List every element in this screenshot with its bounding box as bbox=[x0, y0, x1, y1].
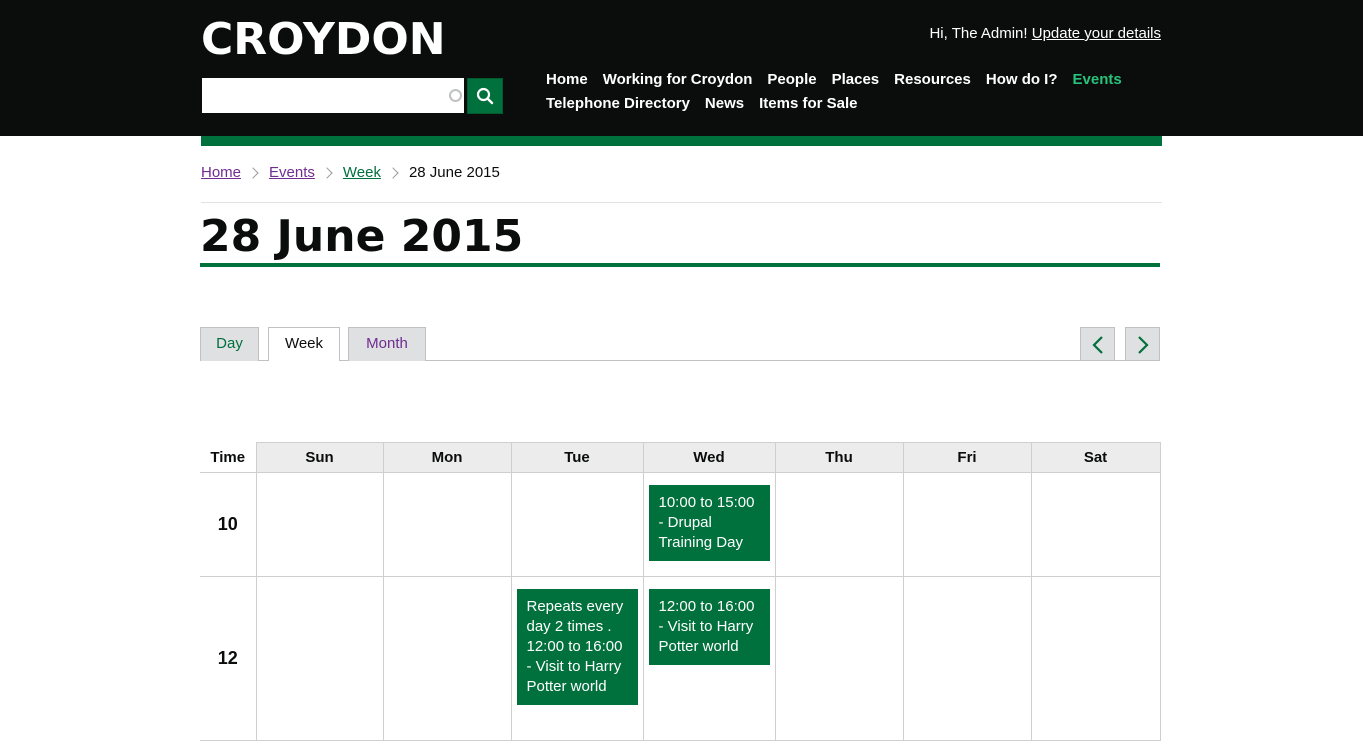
day-header-mon: Mon bbox=[382, 442, 512, 473]
main-navigation: Home Working for Croydon People Places R… bbox=[546, 69, 1166, 117]
event-harry-potter-repeating[interactable]: Repeats every day 2 times . 12:00 to 16:… bbox=[516, 589, 638, 705]
header-accent-bar bbox=[201, 136, 1162, 146]
greeting-text: Hi, The Admin! bbox=[929, 25, 1028, 42]
calendar-cell[interactable] bbox=[382, 472, 512, 577]
nav-telephone-directory[interactable]: Telephone Directory bbox=[546, 95, 690, 112]
page-title: 28 June 2015 bbox=[200, 211, 524, 262]
day-header-tue: Tue bbox=[510, 442, 644, 473]
chevron-right-icon bbox=[321, 166, 333, 179]
calendar-cell[interactable] bbox=[510, 472, 644, 577]
search-form bbox=[202, 78, 503, 114]
table-row: 10 10:00 to 15:00 - Drupal Training Day bbox=[200, 472, 1161, 577]
calendar-cell[interactable] bbox=[255, 576, 384, 741]
day-header-wed: Wed bbox=[642, 442, 776, 473]
time-label: 10 bbox=[200, 472, 256, 577]
calendar-cell[interactable] bbox=[382, 576, 512, 741]
nav-how-do-i[interactable]: How do I? bbox=[986, 71, 1058, 88]
week-calendar: Time Sun Mon Tue Wed Thu Fri Sat 10 10:0… bbox=[200, 442, 1161, 741]
calendar-view-tabs: Day Week Month bbox=[200, 327, 1160, 361]
search-button[interactable] bbox=[467, 78, 503, 114]
nav-items-for-sale[interactable]: Items for Sale bbox=[759, 95, 857, 112]
calendar-cell[interactable]: 12:00 to 16:00 - Visit to Harry Potter w… bbox=[642, 576, 776, 741]
calendar-cell[interactable]: 10:00 to 15:00 - Drupal Training Day bbox=[642, 472, 776, 577]
tab-day[interactable]: Day bbox=[200, 327, 259, 361]
calendar-cell[interactable] bbox=[1030, 472, 1161, 577]
calendar-cell[interactable] bbox=[1030, 576, 1161, 741]
event-drupal-training-day[interactable]: 10:00 to 15:00 - Drupal Training Day bbox=[648, 485, 770, 561]
search-spinner-icon bbox=[449, 89, 462, 102]
chevron-right-icon bbox=[387, 166, 399, 179]
table-row: 12 Repeats every day 2 times . 12:00 to … bbox=[200, 576, 1161, 741]
croydon-logo[interactable]: CROYDON bbox=[201, 14, 446, 66]
event-harry-potter-world[interactable]: 12:00 to 16:00 - Visit to Harry Potter w… bbox=[648, 589, 770, 665]
chevron-left-icon bbox=[1092, 336, 1103, 354]
calendar-cell[interactable] bbox=[902, 576, 1032, 741]
nav-working-for-croydon[interactable]: Working for Croydon bbox=[603, 71, 753, 88]
nav-people[interactable]: People bbox=[767, 71, 816, 88]
time-column-header: Time bbox=[200, 442, 256, 473]
calendar-cell[interactable]: Repeats every day 2 times . 12:00 to 16:… bbox=[510, 576, 644, 741]
nav-places[interactable]: Places bbox=[832, 71, 880, 88]
calendar-cell[interactable] bbox=[774, 576, 904, 741]
breadcrumb-current: 28 June 2015 bbox=[408, 164, 500, 181]
nav-home[interactable]: Home bbox=[546, 71, 588, 88]
calendar-cell[interactable] bbox=[255, 472, 384, 577]
previous-week-button[interactable] bbox=[1080, 327, 1115, 361]
day-header-sun: Sun bbox=[255, 442, 384, 473]
tab-week[interactable]: Week bbox=[268, 327, 340, 361]
nav-events[interactable]: Events bbox=[1073, 71, 1122, 88]
breadcrumb-events[interactable]: Events bbox=[269, 164, 315, 181]
calendar-cell[interactable] bbox=[774, 472, 904, 577]
site-header: CROYDON Hi, The Admin! Update your detai… bbox=[0, 0, 1363, 136]
search-icon bbox=[476, 87, 494, 105]
chevron-right-icon bbox=[1138, 336, 1149, 354]
time-label: 12 bbox=[200, 576, 256, 741]
breadcrumb-home[interactable]: Home bbox=[201, 164, 241, 181]
next-week-button[interactable] bbox=[1125, 327, 1160, 361]
day-header-fri: Fri bbox=[902, 442, 1032, 473]
tab-month[interactable]: Month bbox=[348, 327, 426, 361]
chevron-right-icon bbox=[247, 166, 259, 179]
day-header-sat: Sat bbox=[1030, 442, 1161, 473]
day-header-thu: Thu bbox=[774, 442, 904, 473]
calendar-cell[interactable] bbox=[902, 472, 1032, 577]
user-greeting: Hi, The Admin! Update your details bbox=[929, 25, 1161, 42]
nav-news[interactable]: News bbox=[705, 95, 744, 112]
divider bbox=[201, 202, 1162, 203]
update-details-link[interactable]: Update your details bbox=[1032, 25, 1161, 42]
title-underline bbox=[200, 263, 1160, 267]
search-input[interactable] bbox=[202, 78, 464, 113]
breadcrumb: Home Events Week 28 June 2015 bbox=[201, 164, 500, 181]
nav-resources[interactable]: Resources bbox=[894, 71, 971, 88]
breadcrumb-week[interactable]: Week bbox=[343, 164, 381, 181]
